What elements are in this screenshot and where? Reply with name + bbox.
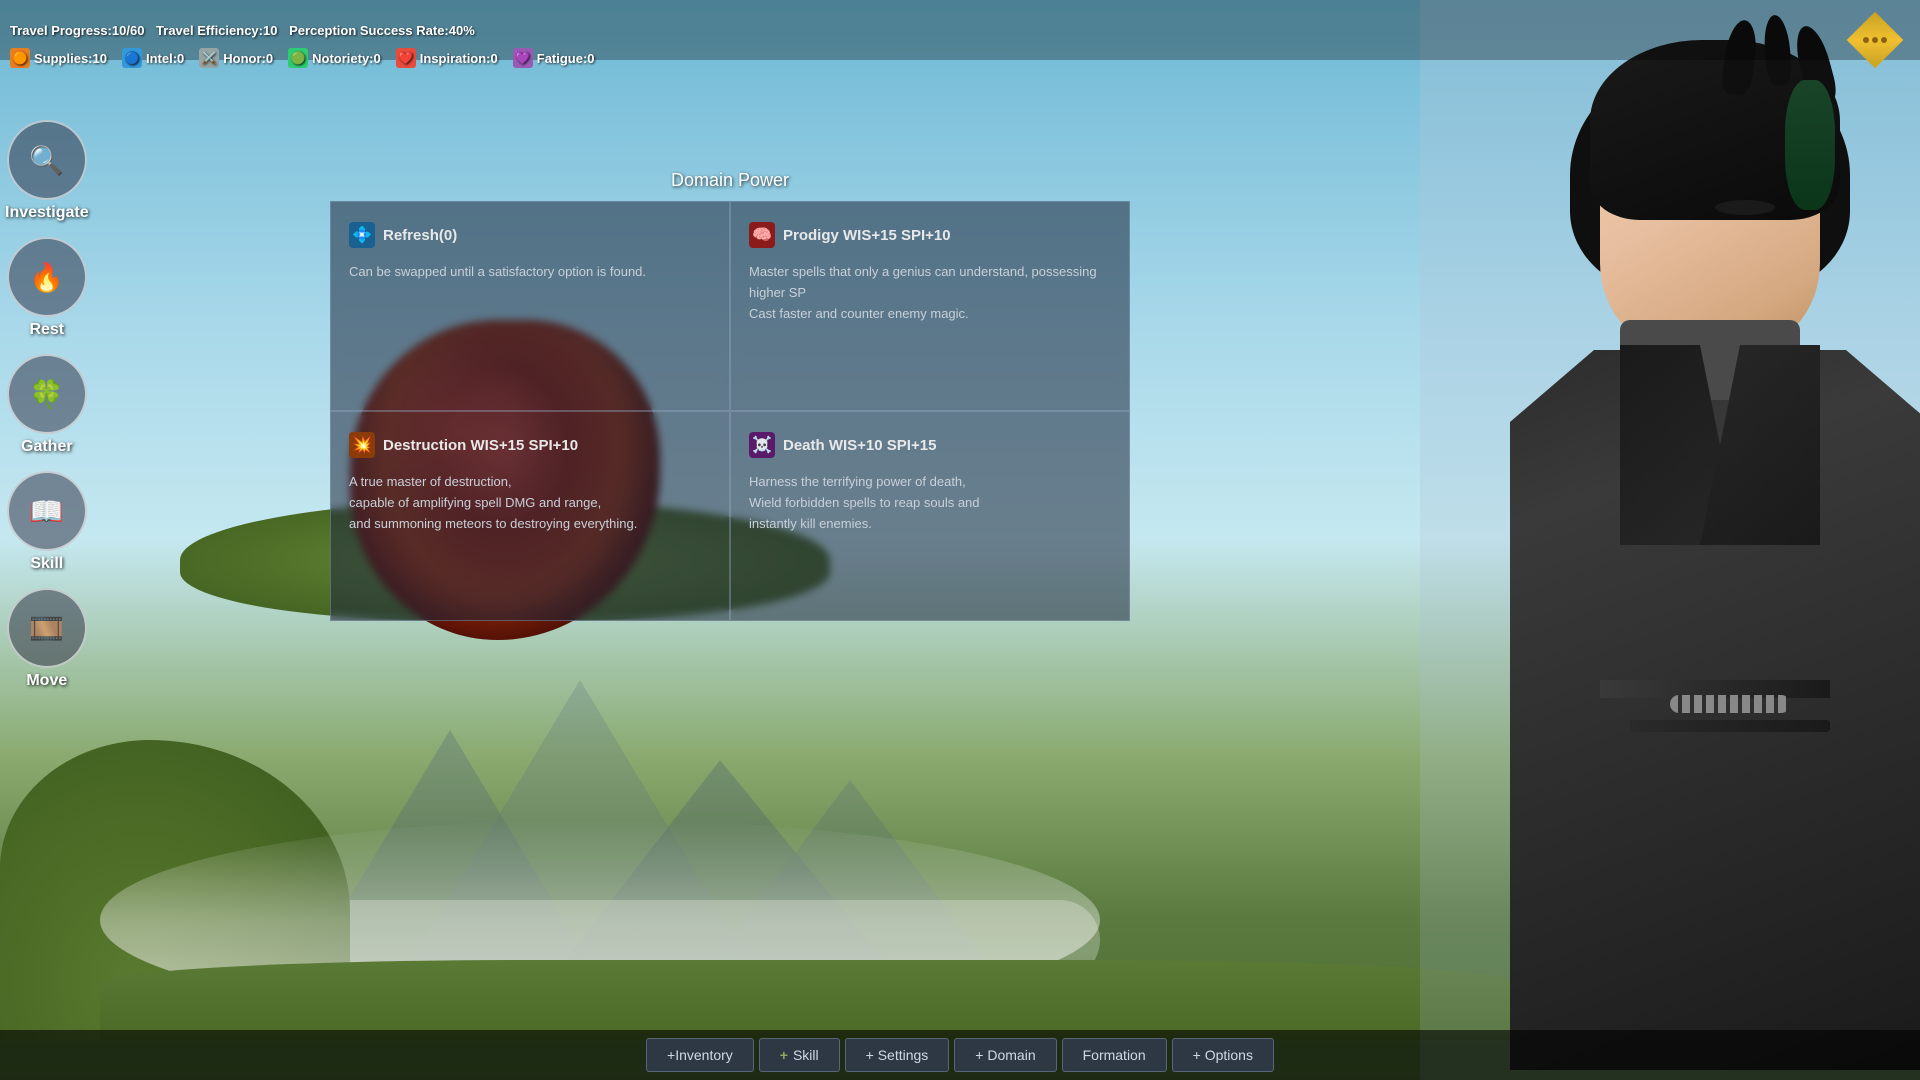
hud-progress: Travel Progress:10/60 Travel Efficiency:… — [10, 23, 475, 38]
domain-card-death[interactable]: ☠️ Death WIS+10 SPI+15 Harness the terri… — [730, 411, 1130, 621]
investigate-button[interactable]: 🔍 Investigate — [5, 120, 89, 222]
rest-button[interactable]: 🔥 Rest — [5, 237, 89, 339]
travel-efficiency-label: Travel Efficiency:10 — [156, 23, 277, 38]
destruction-icon: 💥 — [349, 432, 375, 458]
gather-icon: 🍀 — [7, 354, 87, 434]
skill-toolbar-label: Skill — [793, 1047, 819, 1063]
stat-intel: 🔵 Intel:0 — [122, 48, 184, 68]
fatigue-value: Fatigue:0 — [537, 51, 595, 66]
bottom-toolbar: +Inventory + Skill + Settings + Domain F… — [0, 1030, 1920, 1080]
domain-card-refresh[interactable]: 💠 Refresh(0) Can be swapped until a sati… — [330, 201, 730, 411]
stat-supplies: 🟠 Supplies:10 — [10, 48, 107, 68]
domain-grid: 💠 Refresh(0) Can be swapped until a sati… — [330, 201, 1130, 621]
gather-button[interactable]: 🍀 Gather — [5, 354, 89, 456]
prodigy-icon: 🧠 — [749, 222, 775, 248]
investigate-icon: 🔍 — [7, 120, 87, 200]
stat-notoriety: 🟢 Notoriety:0 — [288, 48, 381, 68]
hud-stats: 🟠 Supplies:10 🔵 Intel:0 ⚔️ Honor:0 🟢 Not… — [10, 48, 595, 68]
skill-label: Skill — [30, 555, 63, 573]
refresh-icon: 💠 — [349, 222, 375, 248]
honor-value: Honor:0 — [223, 51, 273, 66]
sidebar-actions: 🔍 Investigate 🔥 Rest 🍀 Gather 📖 Skill 🎞️… — [5, 120, 89, 690]
skill-toolbar-button[interactable]: + Skill — [759, 1038, 840, 1072]
formation-button[interactable]: Formation — [1062, 1038, 1167, 1072]
domain-button[interactable]: + Domain — [954, 1038, 1056, 1072]
inspiration-value: Inspiration:0 — [420, 51, 498, 66]
skill-icon: 📖 — [7, 471, 87, 551]
domain-toolbar-label: + Domain — [975, 1047, 1035, 1063]
stat-honor: ⚔️ Honor:0 — [199, 48, 273, 68]
settings-label: + Settings — [866, 1047, 929, 1063]
settings-button[interactable]: + Settings — [845, 1038, 950, 1072]
stat-inspiration: ❤️ Inspiration:0 — [396, 48, 498, 68]
honor-icon: ⚔️ — [199, 48, 219, 68]
intel-value: Intel:0 — [146, 51, 184, 66]
corner-decoration — [1850, 15, 1900, 65]
refresh-description: Can be swapped until a satisfactory opti… — [349, 262, 711, 283]
domain-power-panel: Domain Power 💠 Refresh(0) Can be swapped… — [330, 170, 1130, 621]
rest-icon: 🔥 — [7, 237, 87, 317]
inventory-button[interactable]: +Inventory — [646, 1038, 754, 1072]
investigate-label: Investigate — [5, 204, 89, 222]
formation-label: Formation — [1083, 1047, 1146, 1063]
domain-card-prodigy[interactable]: 🧠 Prodigy WIS+15 SPI+10 Master spells th… — [730, 201, 1130, 411]
skill-button[interactable]: 📖 Skill — [5, 471, 89, 573]
character-area — [1420, 0, 1920, 1080]
fatigue-icon: 💜 — [513, 48, 533, 68]
character-illustration — [1440, 0, 1920, 1080]
options-label: + Options — [1193, 1047, 1253, 1063]
death-icon: ☠️ — [749, 432, 775, 458]
options-button[interactable]: + Options — [1172, 1038, 1274, 1072]
destruction-name: Destruction WIS+15 SPI+10 — [383, 437, 578, 454]
move-label: Move — [26, 672, 67, 690]
stat-fatigue: 💜 Fatigue:0 — [513, 48, 595, 68]
inventory-label: +Inventory — [667, 1047, 733, 1063]
skill-plus-icon: + — [780, 1047, 788, 1063]
refresh-card-header: 💠 Refresh(0) — [349, 222, 711, 248]
ground-base — [100, 960, 1520, 1040]
destruction-description: A true master of destruction,capable of … — [349, 472, 711, 534]
notoriety-value: Notoriety:0 — [312, 51, 381, 66]
domain-power-title: Domain Power — [330, 170, 1130, 191]
death-card-header: ☠️ Death WIS+10 SPI+15 — [749, 432, 1111, 458]
intel-icon: 🔵 — [122, 48, 142, 68]
inspiration-icon: ❤️ — [396, 48, 416, 68]
hud-top-bar: Travel Progress:10/60 Travel Efficiency:… — [0, 0, 1920, 60]
move-button[interactable]: 🎞️ Move — [5, 588, 89, 690]
notoriety-icon: 🟢 — [288, 48, 308, 68]
death-name: Death WIS+10 SPI+15 — [783, 437, 936, 454]
supplies-icon: 🟠 — [10, 48, 30, 68]
destruction-card-header: 💥 Destruction WIS+15 SPI+10 — [349, 432, 711, 458]
travel-progress-label: Travel Progress:10/60 — [10, 23, 144, 38]
prodigy-name: Prodigy WIS+15 SPI+10 — [783, 227, 951, 244]
death-description: Harness the terrifying power of death,Wi… — [749, 472, 1111, 534]
domain-card-destruction[interactable]: 💥 Destruction WIS+15 SPI+10 A true maste… — [330, 411, 730, 621]
rest-label: Rest — [29, 321, 64, 339]
prodigy-description: Master spells that only a genius can und… — [749, 262, 1111, 324]
prodigy-card-header: 🧠 Prodigy WIS+15 SPI+10 — [749, 222, 1111, 248]
diamond-icon — [1847, 12, 1904, 69]
refresh-name: Refresh(0) — [383, 227, 457, 244]
supplies-value: Supplies:10 — [34, 51, 107, 66]
move-icon: 🎞️ — [7, 588, 87, 668]
gather-label: Gather — [21, 438, 73, 456]
perception-label: Perception Success Rate:40% — [289, 23, 475, 38]
